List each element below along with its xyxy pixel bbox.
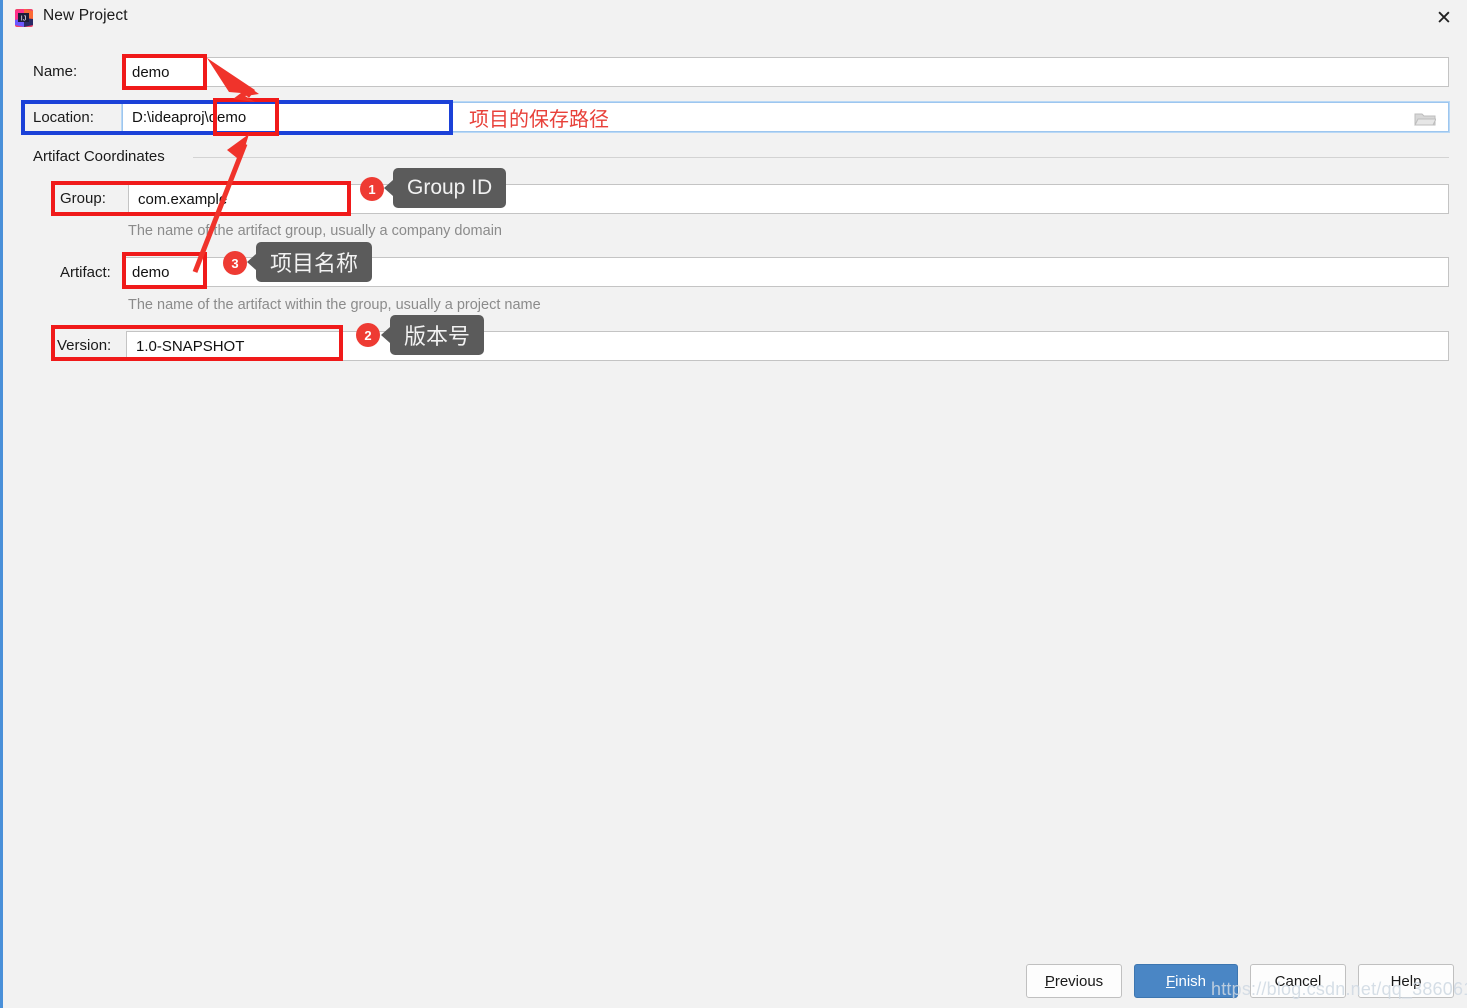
previous-button-label: revious — [1054, 972, 1104, 990]
version-input-value: 1.0-SNAPSHOT — [136, 337, 245, 355]
new-project-dialog: IJ New Project ✕ Name: demo Location: D:… — [0, 0, 1467, 1008]
group-input[interactable]: com.example — [128, 184, 1449, 214]
location-input[interactable]: D:\ideaproj\demo — [122, 102, 1449, 132]
artifact-input-value: demo — [132, 263, 170, 281]
callout-tooltip-2: 版本号 — [380, 315, 485, 355]
callout-badge-2: 2 — [356, 323, 380, 347]
artifact-coordinates-title: Artifact Coordinates — [33, 148, 173, 165]
location-input-value: D:\ideaproj\demo — [132, 108, 247, 126]
finish-button-mnemonic: F — [1165, 972, 1176, 990]
finish-button[interactable]: Finish — [1134, 964, 1238, 998]
previous-button-mnemonic: P — [1044, 972, 1055, 990]
artifact-label: Artifact: — [60, 264, 111, 281]
version-label: Version: — [57, 337, 112, 354]
location-label: Location: — [33, 109, 94, 126]
group-hint-text: The name of the artifact group, usually … — [128, 223, 502, 239]
cancel-button[interactable]: Cancel — [1250, 964, 1346, 998]
annotation-note-location-path: 项目的保存路径 — [469, 109, 609, 131]
name-label: Name: — [33, 63, 78, 80]
callout-badge-3: 3 — [223, 251, 247, 275]
callout-tooltip-3: 项目名称 — [246, 242, 373, 282]
close-icon[interactable]: ✕ — [1421, 0, 1467, 36]
name-input[interactable]: demo — [122, 57, 1449, 87]
svg-text:IJ: IJ — [21, 15, 26, 22]
name-input-value: demo — [132, 63, 170, 81]
callout-tooltip-1: Group ID — [383, 168, 507, 208]
intellij-idea-icon: IJ — [15, 9, 33, 27]
group-input-value: com.example — [138, 190, 228, 208]
artifact-hint-text: The name of the artifact within the grou… — [128, 297, 541, 313]
callout-badge-1: 1 — [360, 177, 384, 201]
previous-button[interactable]: Previous — [1026, 964, 1122, 998]
title-bar: IJ New Project ✕ — [3, 0, 1467, 36]
section-divider — [193, 157, 1449, 158]
window-title: New Project — [43, 7, 128, 24]
group-label: Group: — [60, 190, 106, 207]
folder-icon[interactable] — [1414, 111, 1436, 127]
version-input[interactable]: 1.0-SNAPSHOT — [126, 331, 1449, 361]
help-button[interactable]: Help — [1358, 964, 1454, 998]
finish-button-label: inish — [1175, 972, 1207, 990]
